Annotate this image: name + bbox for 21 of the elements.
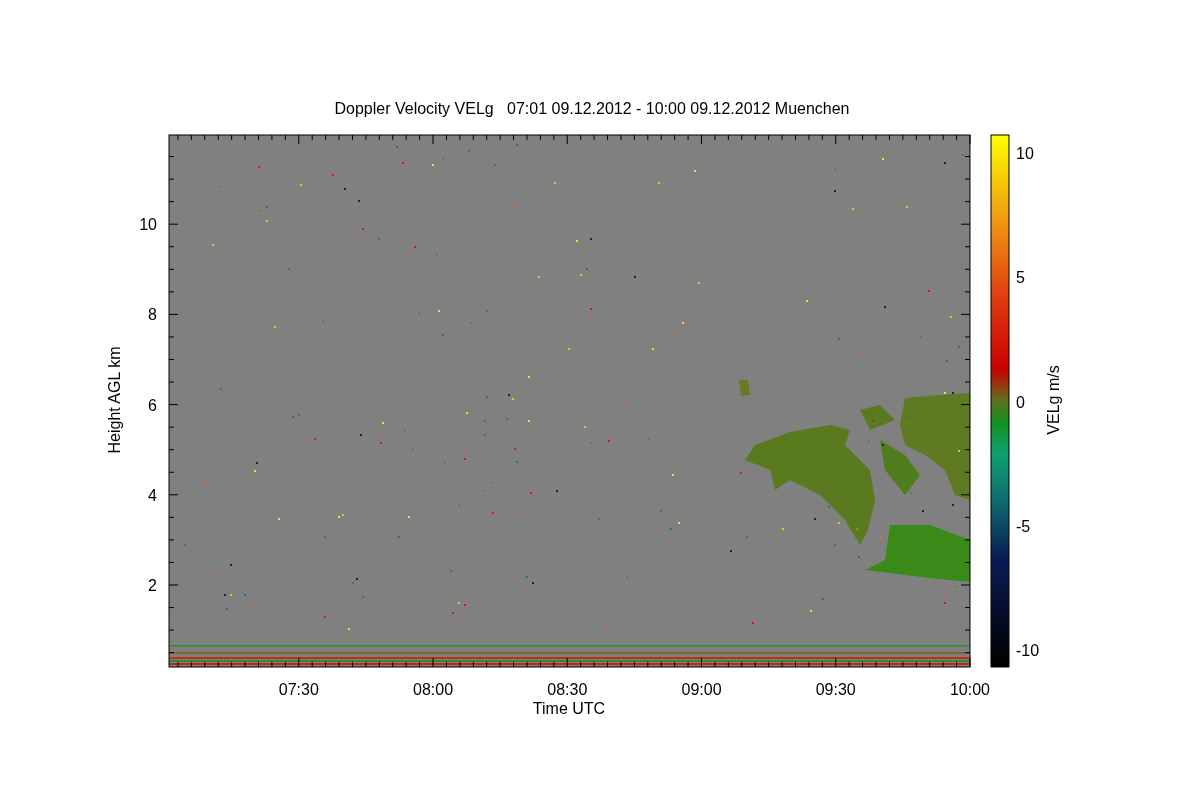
colorbar-tick-label: 5: [1016, 269, 1025, 287]
colorbar-tick-label: -5: [1016, 517, 1031, 535]
y-tick-label: 8: [148, 306, 157, 324]
plot-title: Doppler Velocity VELg 07:01 09.12.2012 - 10:00 09.12.2012 Muenchen: [334, 100, 850, 117]
cloud-echo: [739, 380, 750, 396]
x-tick-label: 09:00: [681, 681, 722, 698]
colorbar-label: VELg m/s: [1045, 365, 1062, 435]
y-tick-label: 2: [148, 577, 157, 594]
y-tick-label: 6: [148, 396, 157, 414]
x-tick-label: 09:30: [815, 681, 856, 698]
y-tick-label: 4: [148, 486, 157, 504]
y-axis-label: Height AGL km: [106, 346, 123, 454]
x-tick-label: 08:30: [547, 681, 588, 698]
colorbar-tick-label: 0: [1016, 393, 1025, 411]
y-tick-label: 10: [139, 216, 157, 234]
x-tick-label: 10:00: [950, 681, 990, 698]
x-tick-label: 07:30: [278, 681, 319, 698]
colorbar-tick-label: -10: [1016, 642, 1040, 660]
x-tick-label: 08:00: [413, 681, 454, 698]
colorbar-tick-label: 10: [1016, 145, 1034, 162]
x-axis-label: Time UTC: [532, 700, 606, 717]
